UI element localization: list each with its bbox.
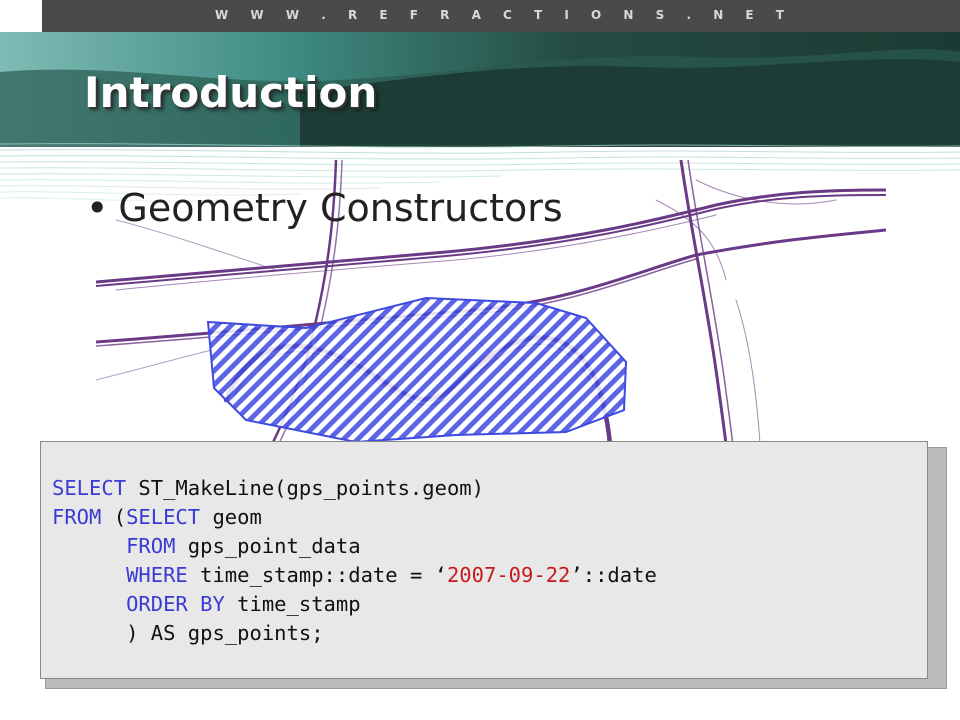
sql-keyword: SELECT	[52, 476, 127, 500]
sql-text: ) AS gps_points;	[126, 621, 324, 645]
sql-text: ::date	[582, 563, 657, 587]
sql-keyword: ORDER BY	[126, 592, 225, 616]
sql-text: (	[101, 505, 127, 529]
slide-title: Introduction	[84, 68, 378, 117]
code-line-4: WHERE time_stamp::date = ‘2007-09-22’::d…	[52, 561, 927, 590]
sql-quote-open: ‘	[434, 563, 447, 587]
sql-text: ST_MakeLine(gps_points.geom)	[126, 476, 484, 500]
code-line-2: FROM (SELECT geom	[52, 503, 927, 532]
code-line-6: ) AS gps_points;	[52, 619, 927, 648]
bullet-text: Geometry Constructors	[118, 186, 563, 230]
bullet-item: • Geometry Constructors	[86, 184, 563, 232]
code-line-3: FROM gps_point_data	[52, 532, 927, 561]
sql-quote-close: ’	[570, 563, 583, 587]
buffer-polygon	[206, 296, 628, 444]
sql-text: geom	[200, 505, 262, 529]
sql-text: time_stamp::date =	[187, 563, 435, 587]
site-url-text: W W W . R E F R A C T I O N S . N E T	[215, 8, 793, 22]
top-bar: W W W . R E F R A C T I O N S . N E T	[0, 0, 960, 32]
sql-text: gps_point_data	[175, 534, 361, 558]
bullet-dot: •	[86, 186, 109, 230]
code-line-1: SELECT ST_MakeLine(gps_points.geom)	[52, 474, 927, 503]
sql-keyword: WHERE	[126, 563, 188, 587]
sql-keyword: SELECT	[126, 505, 201, 529]
sql-text: time_stamp	[224, 592, 361, 616]
sql-code-box: SELECT ST_MakeLine(gps_points.geom) FROM…	[40, 441, 928, 679]
sql-keyword: FROM	[126, 534, 176, 558]
sql-string: 2007-09-22	[446, 563, 571, 587]
sql-keyword: FROM	[52, 505, 102, 529]
code-line-5: ORDER BY time_stamp	[52, 590, 927, 619]
